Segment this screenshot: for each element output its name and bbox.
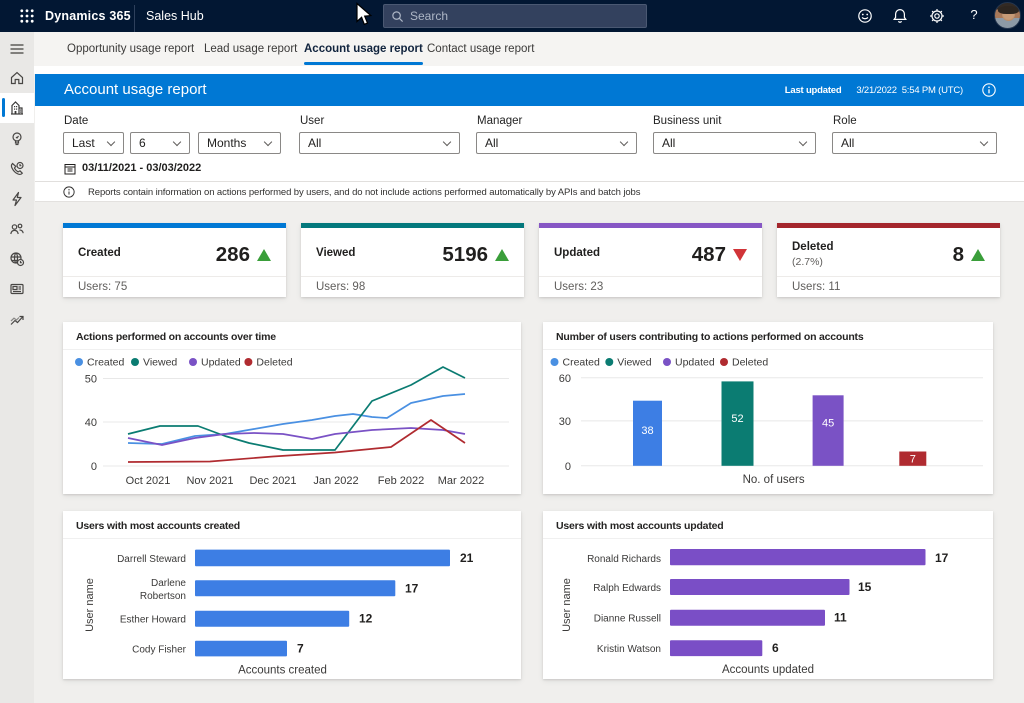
svg-text:Nov 2021: Nov 2021 bbox=[186, 475, 233, 487]
svg-text:Deleted: Deleted bbox=[732, 357, 768, 369]
svg-text:0: 0 bbox=[565, 461, 571, 473]
svg-text:40: 40 bbox=[85, 417, 97, 429]
svg-text:12: 12 bbox=[359, 612, 373, 626]
svg-text:Mar 2022: Mar 2022 bbox=[438, 475, 484, 487]
svg-text:User name: User name bbox=[84, 578, 96, 632]
svg-text:15: 15 bbox=[858, 580, 872, 594]
svg-text:Updated: Updated bbox=[201, 357, 241, 369]
svg-text:7: 7 bbox=[297, 642, 304, 656]
svg-text:Oct 2021: Oct 2021 bbox=[126, 475, 171, 487]
svg-text:Dianne Russell: Dianne Russell bbox=[594, 614, 661, 625]
svg-text:Created: Created bbox=[87, 357, 125, 369]
svg-text:30: 30 bbox=[559, 416, 571, 428]
svg-text:7: 7 bbox=[910, 454, 916, 466]
svg-text:Darlene: Darlene bbox=[151, 578, 186, 589]
svg-text:Feb 2022: Feb 2022 bbox=[378, 475, 424, 487]
svg-text:60: 60 bbox=[559, 373, 571, 385]
svg-text:Created: Created bbox=[563, 357, 601, 369]
svg-text:Dec 2021: Dec 2021 bbox=[249, 475, 296, 487]
svg-text:Kristin Watson: Kristin Watson bbox=[597, 644, 661, 655]
svg-text:Viewed: Viewed bbox=[617, 357, 651, 369]
svg-text:52: 52 bbox=[731, 413, 743, 425]
svg-text:38: 38 bbox=[641, 425, 653, 437]
svg-text:17: 17 bbox=[405, 582, 419, 596]
svg-text:17: 17 bbox=[935, 551, 949, 565]
svg-text:6: 6 bbox=[772, 641, 779, 655]
svg-text:0: 0 bbox=[91, 461, 97, 473]
svg-text:Viewed: Viewed bbox=[143, 357, 177, 369]
svg-text:Accounts created: Accounts created bbox=[238, 665, 327, 677]
svg-text:50: 50 bbox=[85, 374, 97, 386]
svg-text:21: 21 bbox=[460, 551, 474, 565]
svg-text:Updated: Updated bbox=[675, 357, 715, 369]
svg-text:Ralph Edwards: Ralph Edwards bbox=[593, 583, 661, 594]
svg-text:Jan 2022: Jan 2022 bbox=[313, 475, 358, 487]
svg-text:User name: User name bbox=[561, 578, 573, 632]
svg-text:11: 11 bbox=[834, 611, 847, 625]
svg-text:Deleted: Deleted bbox=[256, 357, 292, 369]
svg-text:Ronald Richards: Ronald Richards bbox=[587, 554, 661, 565]
svg-text:Cody Fisher: Cody Fisher bbox=[132, 645, 187, 656]
svg-text:Esther Howard: Esther Howard bbox=[120, 615, 186, 626]
svg-text:No. of users: No. of users bbox=[743, 474, 805, 486]
svg-text:45: 45 bbox=[822, 418, 834, 430]
svg-text:Accounts updated: Accounts updated bbox=[722, 664, 814, 676]
svg-text:Darrell Steward: Darrell Steward bbox=[117, 554, 186, 565]
svg-text:Robertson: Robertson bbox=[140, 591, 186, 602]
